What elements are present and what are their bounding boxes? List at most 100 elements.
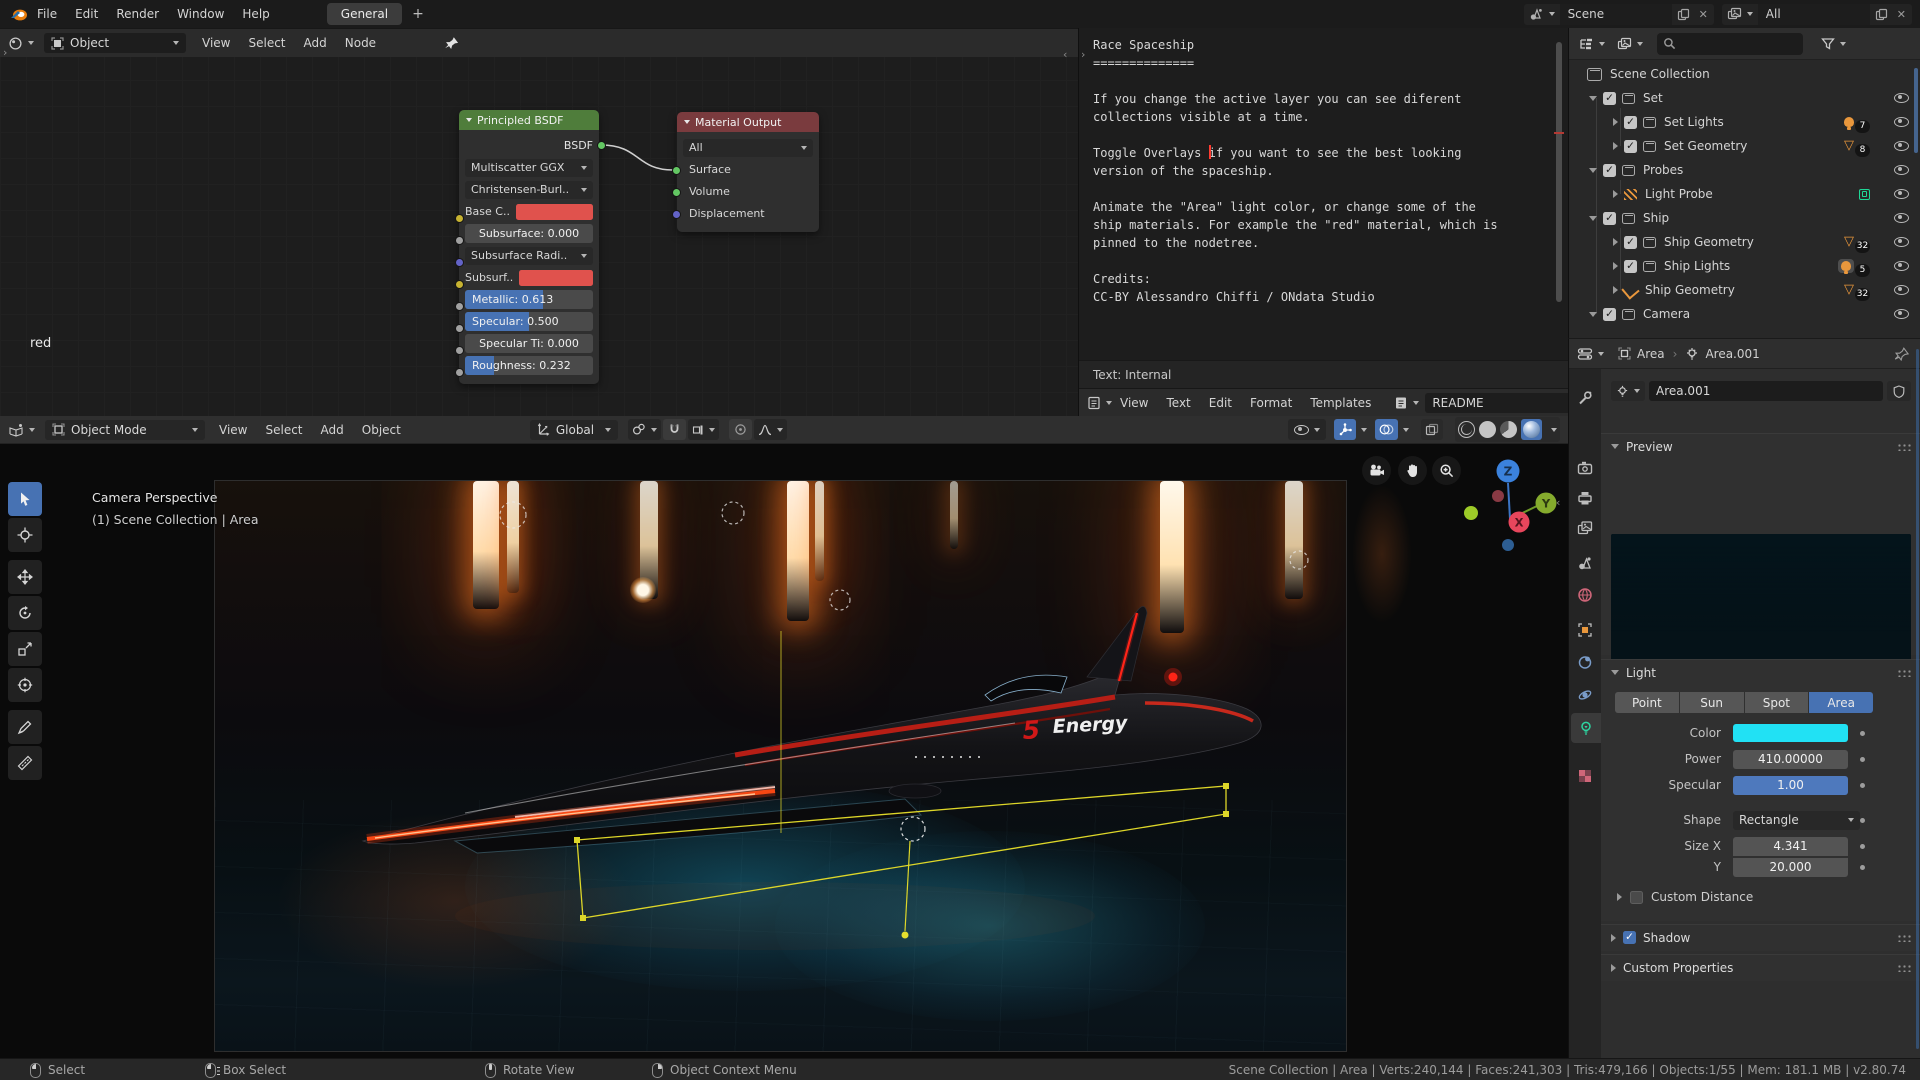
outliner-row-ship[interactable]: ✓ Ship	[1569, 206, 1920, 230]
outliner-row-set-lights[interactable]: ✓ Set Lights 7	[1569, 110, 1920, 134]
metallic-slider[interactable]: Metallic: 0.613	[465, 290, 593, 309]
tab-object[interactable]	[1569, 615, 1601, 645]
expand-icon[interactable]	[1613, 238, 1618, 246]
subsurface-radius-socket[interactable]	[455, 258, 464, 267]
collection-checkbox[interactable]: ✓	[1603, 92, 1616, 105]
hide-eye-icon[interactable]	[1894, 93, 1909, 103]
specular-slider[interactable]: Specular: 0.500	[465, 312, 593, 331]
tool-move[interactable]	[8, 560, 42, 594]
menu-select[interactable]: Select	[265, 423, 302, 437]
tool-transform[interactable]	[8, 668, 42, 702]
workspace-tab-general[interactable]: General	[327, 3, 402, 25]
specular-socket[interactable]	[455, 324, 464, 333]
menu-window[interactable]: Window	[177, 7, 224, 21]
menu-templates[interactable]: Templates	[1310, 396, 1371, 410]
light-type-spot[interactable]: Spot	[1745, 692, 1809, 713]
menu-help[interactable]: Help	[242, 7, 269, 21]
outliner-row-set-geometry[interactable]: ✓ Set Geometry ▽ 8	[1569, 134, 1920, 158]
base-color-socket[interactable]	[455, 214, 464, 223]
expand-icon[interactable]	[1613, 118, 1618, 126]
outliner-row-set[interactable]: ✓ Set	[1569, 86, 1920, 110]
gizmo-dropdown-icon[interactable]	[1361, 428, 1367, 432]
tab-view-layer[interactable]	[1569, 513, 1601, 543]
drag-handle-icon[interactable]	[1896, 963, 1911, 972]
custom-properties-header[interactable]: Custom Properties	[1601, 955, 1920, 980]
principled-bsdf-node[interactable]: Principled BSDF BSDF Multiscatter GGX Ch…	[459, 110, 599, 384]
outliner-search-input[interactable]	[1657, 33, 1803, 55]
light-type-area[interactable]: Area	[1809, 692, 1873, 713]
tab-render[interactable]	[1569, 453, 1601, 483]
display-mode-dropdown[interactable]	[1579, 37, 1605, 51]
outliner-row-light-probe[interactable]: Light Probe	[1569, 182, 1920, 206]
unlink-scene-button[interactable]: ✕	[1693, 8, 1714, 21]
drag-handle-icon[interactable]	[1896, 442, 1911, 451]
specular-tint-socket[interactable]	[455, 346, 464, 355]
overlays-toggle[interactable]	[1375, 419, 1398, 440]
roughness-socket[interactable]	[455, 368, 464, 377]
menu-format[interactable]: Format	[1250, 396, 1292, 410]
tool-cursor[interactable]	[8, 518, 42, 552]
collection-checkbox[interactable]: ✓	[1603, 164, 1616, 177]
light-type-point[interactable]: Point	[1615, 692, 1679, 713]
specular-tint-field[interactable]: Specular Ti: 0.000	[465, 334, 593, 353]
camera-view-button[interactable]	[1362, 456, 1391, 485]
tab-physics[interactable]	[1569, 680, 1601, 710]
animate-dot[interactable]	[1860, 757, 1865, 762]
node-header[interactable]: Material Output	[677, 112, 819, 132]
hide-eye-icon[interactable]	[1894, 261, 1909, 271]
text-scrollbar[interactable]	[1556, 42, 1562, 302]
collapse-icon[interactable]	[684, 120, 690, 124]
expand-icon[interactable]	[1589, 216, 1597, 221]
expand-icon[interactable]	[1613, 190, 1618, 198]
view-layer-name-field[interactable]: All	[1758, 4, 1870, 25]
shape-dropdown[interactable]: Rectangle	[1733, 811, 1860, 830]
filter-collection-dropdown[interactable]	[1617, 37, 1643, 51]
collection-checkbox[interactable]: ✓	[1624, 140, 1637, 153]
xray-toggle[interactable]	[1421, 419, 1443, 440]
hide-eye-icon[interactable]	[1894, 165, 1909, 175]
blender-logo-icon[interactable]	[9, 5, 28, 24]
distribution-dropdown[interactable]: Multiscatter GGX	[465, 159, 593, 177]
preview-panel-header[interactable]: Preview	[1601, 434, 1920, 459]
collapse-icon[interactable]	[466, 118, 472, 122]
animate-dot[interactable]	[1860, 865, 1865, 870]
light-color-swatch[interactable]	[1733, 724, 1848, 742]
expand-icon[interactable]	[1589, 312, 1597, 317]
collection-checkbox[interactable]: ✓	[1603, 212, 1616, 225]
hide-eye-icon[interactable]	[1894, 117, 1909, 127]
axis-gizmo[interactable]: Z Y X	[1445, 453, 1568, 583]
proportional-edit-toggle[interactable]	[729, 419, 752, 440]
menu-object[interactable]: Object	[362, 423, 401, 437]
pan-view-button[interactable]	[1398, 456, 1427, 485]
new-view-layer-icon[interactable]	[1875, 8, 1888, 21]
hide-eye-icon[interactable]	[1894, 213, 1909, 223]
tab-output[interactable]	[1569, 483, 1601, 513]
tab-object-data[interactable]	[1571, 713, 1601, 743]
outliner-row-ship-lights[interactable]: ✓ Ship Lights 5	[1569, 254, 1920, 278]
expand-icon[interactable]	[1613, 262, 1618, 270]
specular-slider[interactable]: 1.00	[1733, 776, 1848, 795]
transform-orientation-dropdown[interactable]: Global	[530, 420, 618, 440]
region-split-left-icon[interactable]: ‹	[1063, 48, 1067, 61]
output-target-dropdown[interactable]: All	[683, 139, 813, 157]
expand-icon[interactable]	[1613, 286, 1618, 294]
outliner-scrollbar[interactable]	[1914, 68, 1918, 153]
material-output-node[interactable]: Material Output All Surface Volume Displ…	[677, 112, 819, 232]
collection-checkbox[interactable]: ✓	[1624, 116, 1637, 129]
size-x-field[interactable]: 4.341	[1733, 837, 1848, 856]
proportional-falloff-dropdown[interactable]	[754, 419, 787, 440]
menu-edit[interactable]: Edit	[1209, 396, 1232, 410]
tool-rotate[interactable]	[8, 596, 42, 630]
menu-render[interactable]: Render	[116, 7, 159, 21]
editor-type-button[interactable]	[1577, 347, 1604, 361]
view-layer-browse-button[interactable]	[1722, 7, 1758, 21]
tab-texture[interactable]	[1569, 761, 1601, 791]
shading-wireframe-button[interactable]	[1458, 421, 1475, 438]
hide-eye-icon[interactable]	[1894, 141, 1909, 151]
displacement-input-socket[interactable]	[672, 210, 681, 219]
text-content[interactable]: Race Spaceship ============== If you cha…	[1093, 36, 1498, 306]
expand-icon[interactable]	[1589, 168, 1597, 173]
data-name-field[interactable]: Area.001	[1649, 381, 1883, 401]
tool-annotate[interactable]	[8, 710, 42, 744]
expand-icon[interactable]	[1589, 96, 1597, 101]
